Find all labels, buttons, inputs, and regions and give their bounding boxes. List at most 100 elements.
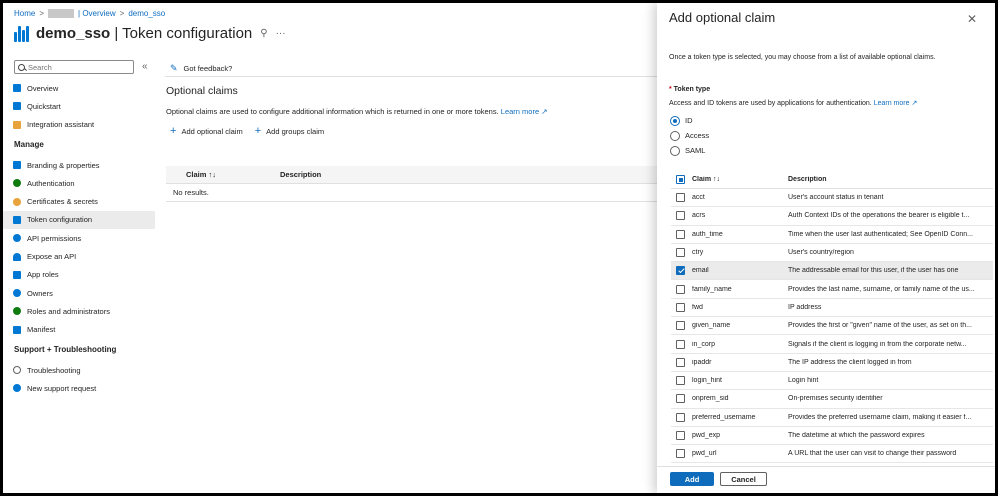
sidebar-item-owners[interactable]: Owners <box>3 284 155 302</box>
more-options-icon[interactable]: ··· <box>276 28 286 39</box>
radio-saml[interactable]: SAML <box>670 143 709 158</box>
sidebar-search[interactable] <box>14 60 134 74</box>
sidebar-item-token-configuration[interactable]: Token configuration <box>3 210 155 230</box>
optional-claims-list: Claim ↑↓ Description acct User's account … <box>671 171 993 464</box>
claim-checkbox[interactable] <box>676 449 685 459</box>
claim-row[interactable]: onprem_sid On-premises security identifie… <box>671 390 993 409</box>
add-optional-claim-panel: Add optional claim ✕ Once a token type i… <box>657 3 995 493</box>
claim-row[interactable]: family_name Provides the last name, surna… <box>671 280 993 299</box>
claim-row[interactable]: in_corp Signals if the client is logging … <box>671 335 993 354</box>
claim-checkbox[interactable] <box>676 321 685 331</box>
claim-row[interactable]: fwd IP address <box>671 299 993 318</box>
claim-row[interactable]: ctry User's country/region <box>671 244 993 263</box>
feedback-button[interactable]: ✎ Got feedback? <box>170 63 232 74</box>
claim-row[interactable]: acrs Auth Context IDs of the operations t… <box>671 207 993 226</box>
sidebar-item-overview[interactable]: Overview <box>3 79 155 97</box>
claim-checkbox[interactable] <box>676 193 685 203</box>
claim-checkbox[interactable] <box>676 302 685 312</box>
cancel-button[interactable]: Cancel <box>720 472 767 486</box>
breadcrumb-home[interactable]: Home <box>14 9 35 18</box>
search-input[interactable] <box>28 62 128 72</box>
sidebar-item-certificates[interactable]: Certificates & secrets <box>3 192 155 210</box>
claim-row[interactable]: acct User's account status in tenant <box>671 189 993 208</box>
learn-more-link[interactable]: Learn more ↗ <box>501 107 548 116</box>
select-all-checkbox[interactable] <box>676 175 685 184</box>
roles-icon <box>13 307 21 316</box>
radio-button[interactable] <box>670 130 680 141</box>
plus-icon: + <box>170 125 177 137</box>
cloud-icon <box>13 252 21 261</box>
sidebar-item-quickstart[interactable]: Quickstart <box>3 97 155 115</box>
claim-row[interactable]: ipaddr The IP address the client logged i… <box>671 354 993 372</box>
claim-description: Auth Context IDs of the operations the b… <box>788 212 970 220</box>
radio-button[interactable] <box>670 145 680 156</box>
claim-checkbox[interactable] <box>676 376 685 386</box>
claim-name: fwd <box>692 303 703 311</box>
sidebar-nav: Overview Quickstart Integration assistan… <box>3 79 155 397</box>
sidebar-item-authentication[interactable]: Authentication <box>3 174 155 192</box>
column-description: Description <box>788 176 827 183</box>
sidebar-item-integration-assistant[interactable]: Integration assistant <box>3 116 155 134</box>
claim-checkbox[interactable] <box>676 394 685 404</box>
claim-checkbox[interactable] <box>676 412 685 422</box>
breadcrumb-overview[interactable]: | Overview <box>78 9 116 18</box>
sidebar-item-manifest[interactable]: Manifest <box>3 321 155 339</box>
close-icon[interactable]: ✕ <box>967 12 977 26</box>
claim-name: family_name <box>692 285 732 293</box>
panel-learn-more-link[interactable]: Learn more ↗ <box>874 100 918 107</box>
claim-name: in_corp <box>692 340 715 348</box>
radio-id[interactable]: ID <box>670 113 709 128</box>
pin-icon[interactable]: ⚲ <box>260 28 267 39</box>
search-icon <box>18 63 25 71</box>
panel-title: Add optional claim <box>669 10 776 25</box>
column-claim[interactable]: Claim ↑↓ <box>685 176 788 183</box>
token-config-logo-icon <box>14 24 29 42</box>
claim-checkbox[interactable] <box>676 284 685 294</box>
collapse-sidebar-icon[interactable]: « <box>142 61 148 72</box>
no-results: No results. <box>166 184 661 202</box>
claim-checkbox[interactable] <box>676 357 685 367</box>
redacted-block <box>48 9 75 18</box>
add-optional-claim-button[interactable]: + Add optional claim <box>170 126 243 137</box>
claim-row[interactable]: given_name Provides the first or "given" … <box>671 317 993 336</box>
claim-row[interactable]: preferred_username Provides the preferred… <box>671 409 993 427</box>
external-link-icon: ↗ <box>541 107 548 116</box>
claim-checkbox[interactable] <box>676 229 685 239</box>
add-groups-claim-button[interactable]: + Add groups claim <box>255 126 324 137</box>
claim-name: onprem_sid <box>692 395 729 403</box>
claim-row[interactable]: pwd_exp The datetime at which the passwor… <box>671 427 993 446</box>
key-icon <box>13 197 21 206</box>
claim-row[interactable]: login_hint Login hint <box>671 372 993 391</box>
sidebar-item-app-roles[interactable]: App roles <box>3 266 155 284</box>
claim-name: pwd_url <box>692 450 717 458</box>
breadcrumb-app[interactable]: demo_sso <box>128 9 165 18</box>
app-roles-icon <box>13 270 21 279</box>
sidebar-item-troubleshooting[interactable]: Troubleshooting <box>3 361 155 379</box>
column-claim[interactable]: Claim ↑↓ <box>166 170 280 179</box>
claim-checkbox[interactable] <box>676 211 685 221</box>
sidebar-item-expose-api[interactable]: Expose an API <box>3 247 155 265</box>
sidebar-item-api-permissions[interactable]: API permissions <box>3 229 155 247</box>
radio-button[interactable] <box>670 115 680 126</box>
claims-table: Claim ↑↓ Description No results. <box>166 166 661 202</box>
sidebar-item-branding[interactable]: Branding & properties <box>3 156 155 174</box>
claim-checkbox[interactable] <box>676 248 685 258</box>
sidebar-item-roles-administrators[interactable]: Roles and administrators <box>3 302 155 320</box>
api-permissions-icon <box>13 234 21 243</box>
add-button[interactable]: Add <box>670 472 714 486</box>
claim-checkbox[interactable] <box>676 266 685 276</box>
claim-description: The IP address the client logged in from <box>788 358 912 366</box>
claim-row[interactable]: pwd_url A URL that the user can visit to … <box>671 445 993 464</box>
owners-icon <box>13 289 21 298</box>
panel-footer: Add Cancel <box>657 466 995 493</box>
external-link-icon: ↗ <box>911 100 918 107</box>
sidebar-section-manage: Manage <box>14 140 44 150</box>
sidebar-item-new-support-request[interactable]: New support request <box>3 379 155 397</box>
claim-row[interactable]: auth_time Time when the user last authent… <box>671 226 993 244</box>
claim-checkbox[interactable] <box>676 431 685 440</box>
claim-description: Provides the first or "given" name of th… <box>788 322 972 330</box>
claim-checkbox[interactable] <box>676 339 685 349</box>
claim-description: Provides the preferred username claim, m… <box>788 413 972 421</box>
radio-access[interactable]: Access <box>670 128 709 143</box>
claim-row[interactable]: email The addressable email for this user… <box>671 262 993 281</box>
